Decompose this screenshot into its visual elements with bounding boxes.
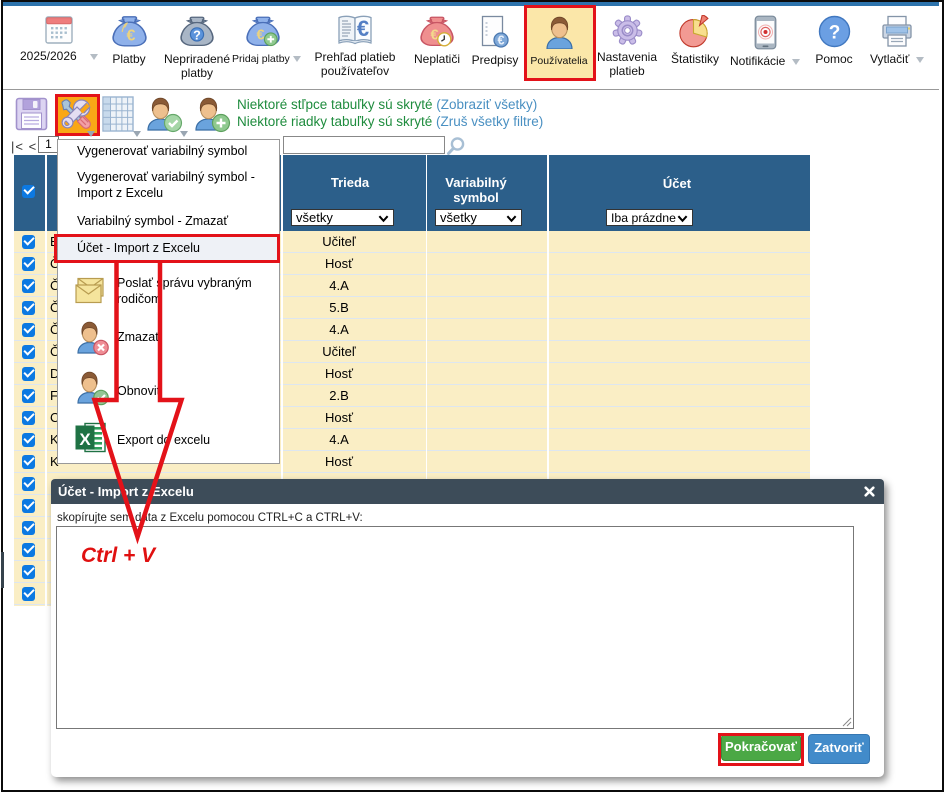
svg-text:X: X bbox=[79, 430, 91, 449]
svg-text:?: ? bbox=[828, 23, 840, 44]
svg-text:€: € bbox=[498, 34, 505, 48]
svg-text:?: ? bbox=[193, 28, 201, 42]
svg-text:€: € bbox=[126, 28, 135, 45]
svg-text:€: € bbox=[257, 27, 265, 43]
svg-text:€: € bbox=[357, 16, 369, 41]
